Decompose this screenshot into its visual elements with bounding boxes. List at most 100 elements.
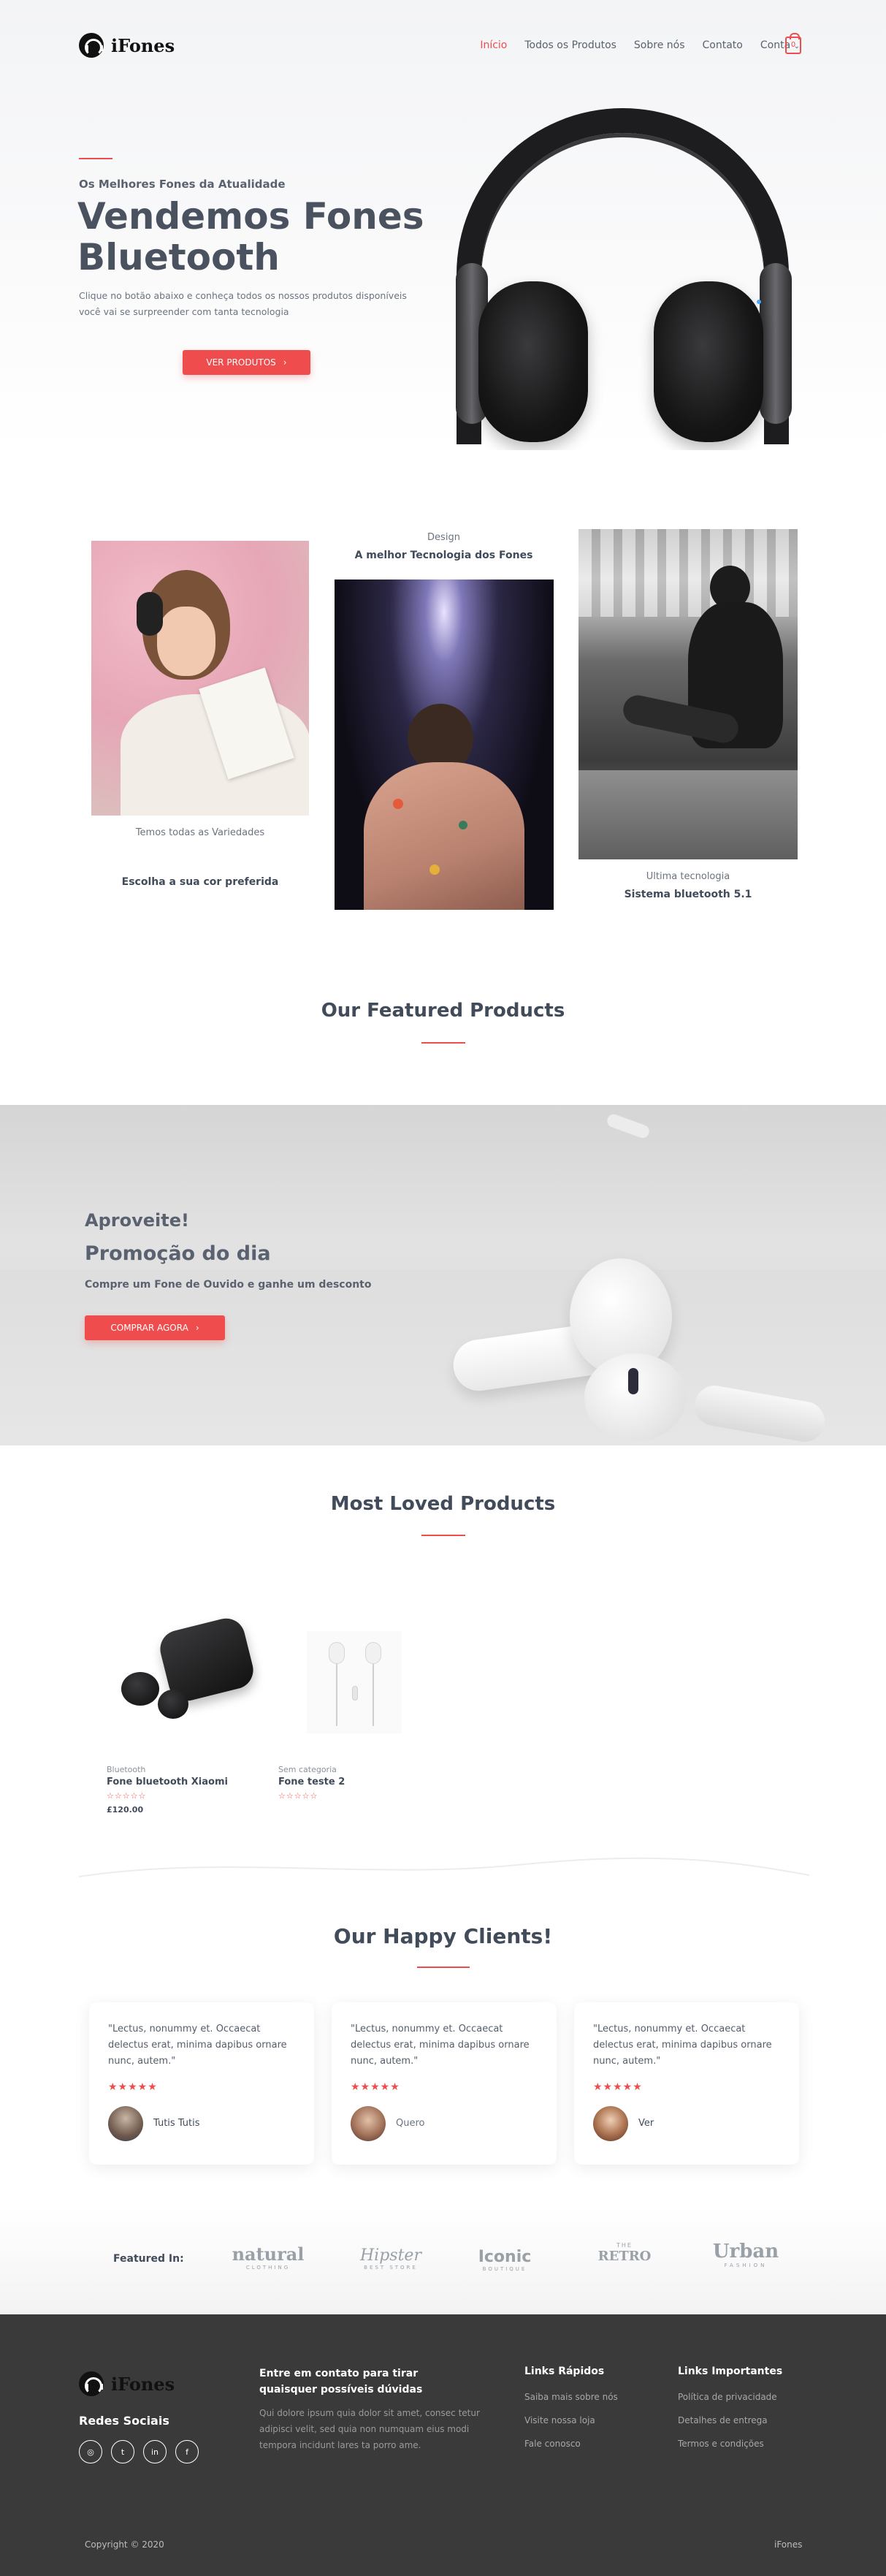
right-hinge [760,263,792,424]
nav-all-products[interactable]: Todos os Produtos [524,39,616,51]
heading-underline [421,1042,465,1044]
testimonial-author: Ver [638,2118,654,2129]
featured-in-label: Featured In: [113,2253,184,2265]
testimonial-author: Quero [396,2118,425,2129]
brand-logo-natural[interactable]: natural CLOTHING [228,2243,308,2271]
led-indicator [757,300,761,304]
social-heading: Redes Sociais [79,2414,169,2428]
view-products-label: VER PRODUTOS [206,357,276,368]
nav-contact[interactable]: Contato [703,39,743,51]
earbud-shape [329,1642,345,1664]
avatar [351,2106,386,2141]
hero-title-line1: Vendemos Fones [77,195,424,238]
feature-image-dark [335,580,554,910]
feature-right-title: Sistema bluetooth 5.1 [624,889,752,900]
product-image-wired[interactable] [307,1631,402,1733]
promo-line2: Promoção do dia [85,1242,271,1265]
instagram-icon[interactable]: ◎ [79,2440,102,2463]
hero-eyebrow: Os Melhores Fones da Atualidade [79,178,286,191]
cable-line [373,1664,374,1726]
flower-dot [429,865,440,875]
brand-sub: CLOTHING [245,2265,291,2271]
hero-text-line1: Clique no botão abaixo e conheça todos o… [79,290,407,301]
cable-line [336,1664,337,1726]
footer-logo[interactable]: iFones [79,2371,175,2396]
brand-name: Urban [712,2241,779,2262]
earbud-shape [584,1353,687,1441]
brand-logo-iconic[interactable]: Iconic BOUTIQUE [465,2248,545,2272]
heading-underline [417,1967,470,1968]
product-price: £120.00 [107,1805,144,1815]
testimonial-author: Tutis Tutis [153,2118,200,2129]
testimonial-quote: "Lectus, nonummy et. Occaecat delectus e… [593,2024,772,2067]
testimonial-rating: ★★★★★ [593,2081,643,2093]
product-category: Bluetooth [107,1765,146,1774]
feature-mid-caption: Design [427,532,460,543]
hero-section: iFones Início Todos os Produtos Sobre nó… [0,0,886,450]
flower-dot [393,799,403,809]
headphone-shape [137,592,163,636]
brand-name: RETRO [597,2249,652,2264]
headphones-logo-icon [79,33,104,58]
brand-name: natural [232,2243,305,2265]
link-terms[interactable]: Termos e condições [678,2439,764,2449]
buy-now-button[interactable]: COMPRAR AGORA › [85,1315,225,1340]
product-image-xiaomi[interactable] [107,1608,260,1739]
copyright-text: Copyright © 2020 [85,2539,164,2550]
brand-name: Hipster [360,2246,421,2265]
social-links: ◎ t in f [79,2440,199,2463]
testimonial-rating: ★★★★★ [351,2081,400,2093]
contact-title: Entre em contato para tirar quaisquer po… [259,2368,423,2395]
station-lights [578,529,798,617]
product-name-link[interactable]: Fone teste 2 [278,1777,345,1787]
quick-link-about[interactable]: Saiba mais sobre nós [524,2392,618,2402]
site-logo[interactable]: iFones [79,33,175,58]
quick-link-contact[interactable]: Fale conosco [524,2439,581,2449]
right-earcup [654,281,763,442]
brand-logo-hipster[interactable]: Hipster BEST STORE [351,2246,431,2271]
person-face-shape [157,607,215,676]
feature-left-title: Escolha a sua cor preferida [121,876,279,888]
feature-image-bw [578,529,798,859]
product-category: Sem categoria [278,1765,337,1774]
feature-right-caption: Ultima tecnologia [646,871,730,882]
remote-shape [352,1686,358,1701]
chevron-right-icon: › [195,1323,199,1333]
testimonial-card: "Lectus, nonummy et. Occaecat delectus e… [574,2002,799,2165]
facebook-icon[interactable]: f [175,2440,199,2463]
important-links-heading: Links Importantes [678,2366,783,2377]
logo-text: iFones [111,2373,175,2395]
brand-logo-retro[interactable]: THE RETRO [584,2242,665,2264]
avatar [593,2106,628,2141]
testimonial-quote: "Lectus, nonummy et. Occaecat delectus e… [351,2024,530,2067]
testimonial-card: "Lectus, nonummy et. Occaecat delectus e… [332,2002,557,2165]
brand-logo-urban[interactable]: Urban FASHION [706,2241,786,2268]
flower-dot [459,821,467,829]
most-loved-heading: Most Loved Products [330,1493,556,1515]
cart-button[interactable]: 0 [785,33,801,54]
chevron-right-icon: › [283,357,287,368]
buy-now-label: COMPRAR AGORA [110,1323,188,1333]
hero-title-line2: Bluetooth [77,236,280,278]
cart-count: 0 [790,41,796,49]
brand-sub: BEST STORE [364,2265,418,2271]
view-products-button[interactable]: VER PRODUTOS › [183,350,310,375]
feature-mid-title: A melhor Tecnologia dos Fones [354,550,533,561]
brand-sub: BOUTIQUE [482,2266,527,2272]
quick-link-store[interactable]: Visite nossa loja [524,2415,595,2425]
linkedin-icon[interactable]: in [143,2440,167,2463]
twitter-icon[interactable]: t [111,2440,134,2463]
nav-about[interactable]: Sobre nós [634,39,685,51]
product-name-link[interactable]: Fone bluetooth Xiaomi [107,1777,228,1787]
nav-home[interactable]: Início [480,39,507,51]
product-rating: ☆☆☆☆☆ [278,1791,318,1801]
link-delivery[interactable]: Detalhes de entrega [678,2415,768,2425]
link-privacy[interactable]: Política de privacidade [678,2392,777,2402]
footer-brand-text: iFones [774,2539,803,2550]
testimonial-quote: "Lectus, nonummy et. Occaecat delectus e… [108,2024,287,2067]
feature-left-caption: Temos todas as Variedades [135,827,265,838]
logo-text: iFones [111,34,175,56]
jacket-shape [364,762,524,910]
happy-clients-heading: Our Happy Clients! [333,1924,553,1948]
product-rating: ☆☆☆☆☆ [107,1791,147,1801]
